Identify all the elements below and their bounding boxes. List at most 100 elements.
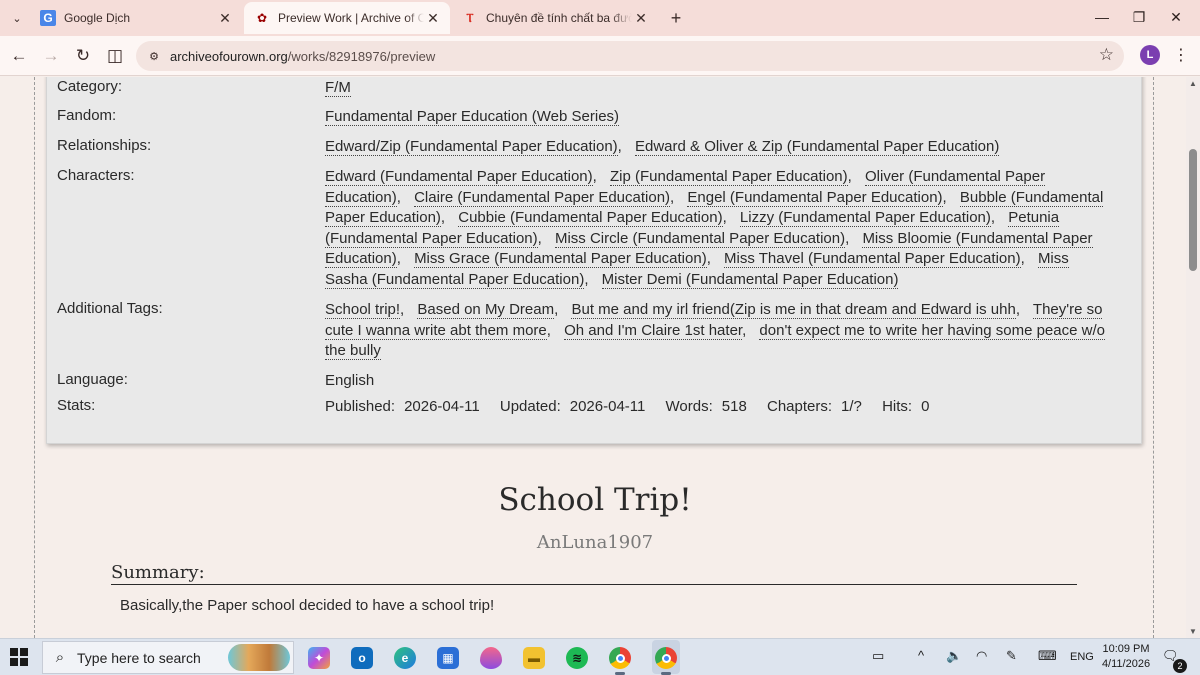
chrome-profile-icon	[655, 647, 677, 669]
windows-taskbar: ⌕ Type here to search ✦ o e ▦ ▬ ≋ ▭ ^ 🔈 …	[0, 638, 1200, 675]
google-translate-icon: G	[40, 10, 56, 26]
keyboard-layout-icon[interactable]: ▭	[872, 648, 884, 664]
work-author[interactable]: AnLuna1907	[35, 532, 1155, 553]
forward-button[interactable]: →	[37, 42, 65, 70]
character-tag[interactable]: Miss Thavel (Fundamental Paper Education…	[724, 250, 1021, 269]
close-window-button[interactable]: ✕	[1154, 0, 1198, 34]
clock-date: 4/11/2026	[1101, 658, 1151, 670]
tab-strip: ⌄ G Google Dịch ✕ ✿ Preview Work | Archi…	[0, 0, 1200, 36]
more-menu-icon[interactable]: ⋮	[1173, 44, 1189, 66]
freeform-tag[interactable]: But me and my irl friend(Zip is me in th…	[571, 301, 1016, 319]
fandom-tag[interactable]: Fundamental Paper Education (Web Series)	[325, 108, 620, 126]
chevron-up-icon[interactable]: ^	[918, 648, 924, 663]
relationship-tag[interactable]: Edward & Oliver & Zip (Fundamental Paper…	[635, 138, 1000, 156]
address-bar[interactable]: ⚙ archiveofourown.org/works/82918976/pre…	[136, 41, 1124, 71]
reload-button[interactable]: ↻	[69, 42, 97, 70]
meta-label: Language:	[57, 371, 128, 388]
freeform-tag[interactable]: School trip!	[325, 301, 401, 319]
tab-title: Preview Work | Archive of Our Own	[278, 11, 424, 25]
outlook-app[interactable]: o	[348, 644, 376, 672]
taskbar-clock[interactable]: 10:09 PM 4/11/2026	[1100, 642, 1152, 672]
language-value: English	[325, 372, 375, 389]
new-tab-button[interactable]: +	[664, 6, 688, 30]
clock-time: 10:09 PM	[1102, 643, 1150, 655]
spotify-icon: ≋	[566, 647, 588, 669]
stat-published-label: Published:	[325, 398, 396, 415]
scrollbar-thumb[interactable]	[1189, 149, 1197, 271]
close-icon[interactable]: ✕	[632, 9, 650, 27]
tab-chuyen-de[interactable]: Ⲧ Chuyên đề tính chất ba đường ✕	[452, 2, 658, 34]
freeform-tag[interactable]: Oh and I'm Claire 1st hater	[564, 321, 743, 340]
spotify-app[interactable]: ≋	[563, 644, 591, 672]
close-icon: ✕	[1170, 8, 1182, 25]
stat-hits-value: 0	[921, 398, 930, 415]
meta-label: Additional Tags:	[57, 300, 163, 317]
edge-app[interactable]: e	[391, 644, 419, 672]
page-viewport: Category: F/M Fandom: Fundamental Paper …	[0, 77, 1186, 638]
search-placeholder: Type here to search	[77, 649, 201, 666]
split-view-icon: ◫	[106, 46, 124, 65]
page-scrollbar[interactable]: ▲ ▼	[1186, 77, 1200, 638]
chrome-app[interactable]	[606, 644, 634, 672]
copilot-app[interactable]: ✦	[305, 644, 333, 672]
site-info-icon[interactable]: ⚙	[144, 46, 164, 66]
stat-updated-value: 2026-04-11	[569, 398, 646, 415]
character-tag[interactable]: Claire (Fundamental Paper Education)	[414, 188, 671, 207]
relationship-tag[interactable]: Edward/Zip (Fundamental Paper Education)	[325, 138, 618, 156]
taskbar-search-box[interactable]: ⌕ Type here to search	[42, 641, 294, 674]
wifi-icon[interactable]: ◠	[976, 648, 987, 664]
stat-words-value: 518	[721, 398, 747, 415]
work-title: School Trip!	[498, 482, 692, 518]
scroll-up-icon[interactable]: ▲	[1189, 79, 1197, 88]
character-tag[interactable]: Lizzy (Fundamental Paper Education)	[739, 209, 991, 228]
windows-start-icon[interactable]	[10, 648, 28, 666]
character-tag[interactable]: Engel (Fundamental Paper Education)	[687, 188, 943, 207]
touch-keyboard-icon[interactable]: ⌨	[1038, 648, 1057, 664]
input-language[interactable]: ENG	[1070, 651, 1094, 663]
arrow-left-icon: ←	[10, 46, 28, 65]
search-highlight-image	[228, 644, 290, 671]
url-text[interactable]: archiveofourown.org/works/82918976/previ…	[170, 49, 435, 64]
copilot-icon: ✦	[308, 647, 330, 669]
meta-value: Edward (Fundamental Paper Education), Zi…	[325, 168, 1104, 289]
meta-label: Fandom:	[57, 107, 117, 124]
url-path: /works/82918976/preview	[287, 49, 436, 64]
character-tag[interactable]: Cubbie (Fundamental Paper Education)	[458, 209, 723, 228]
character-tag[interactable]: Edward (Fundamental Paper Education)	[325, 168, 593, 186]
meta-value: Fundamental Paper Education (Web Series)	[325, 107, 1105, 128]
pen-icon[interactable]: ✎	[1006, 648, 1017, 664]
character-tag[interactable]: Mister Demi (Fundamental Paper Education…	[601, 270, 899, 289]
volume-icon[interactable]: 🔈	[946, 648, 962, 664]
back-button[interactable]: ←	[5, 42, 33, 70]
profile-avatar[interactable]: L	[1140, 45, 1160, 65]
store-app[interactable]: ▦	[434, 644, 462, 672]
tab-title: Chuyên đề tính chất ba đường	[486, 11, 632, 25]
search-icon: ⌕	[55, 649, 65, 666]
url-host: archiveofourown.org	[170, 49, 288, 64]
meta-value: F/M	[325, 78, 1105, 99]
tab-google-translate[interactable]: G Google Dịch ✕	[30, 2, 242, 34]
character-tag[interactable]: Miss Circle (Fundamental Paper Education…	[554, 229, 846, 248]
paint-app[interactable]	[477, 644, 505, 672]
ao3-icon: ✿	[256, 11, 268, 25]
chevron-down-icon: ⌄	[12, 12, 22, 25]
notification-badge: 2	[1173, 659, 1187, 673]
split-view-button[interactable]: ◫	[101, 42, 129, 70]
work-container: Category: F/M Fandom: Fundamental Paper …	[34, 77, 1154, 638]
chrome-icon	[609, 647, 631, 669]
category-tag[interactable]: F/M	[325, 79, 351, 97]
bookmark-star-icon[interactable]: ☆	[1099, 45, 1114, 65]
close-icon[interactable]: ✕	[216, 9, 234, 27]
character-tag[interactable]: Miss Grace (Fundamental Paper Education)	[414, 250, 707, 269]
meta-label: Relationships:	[57, 137, 152, 154]
scroll-down-icon[interactable]: ▼	[1189, 627, 1197, 636]
chrome-profile-app[interactable]	[652, 644, 680, 672]
store-icon: ▦	[437, 647, 459, 669]
file-explorer-app[interactable]: ▬	[520, 644, 548, 672]
character-tag[interactable]: Zip (Fundamental Paper Education)	[610, 168, 848, 186]
tab-preview-work[interactable]: ✿ Preview Work | Archive of Our Own ✕	[244, 2, 450, 34]
freeform-tag[interactable]: Based on My Dream	[417, 301, 555, 319]
tab-search-button[interactable]: ⌄	[5, 6, 29, 30]
folder-icon: ▬	[523, 647, 545, 669]
close-icon[interactable]: ✕	[424, 9, 442, 27]
